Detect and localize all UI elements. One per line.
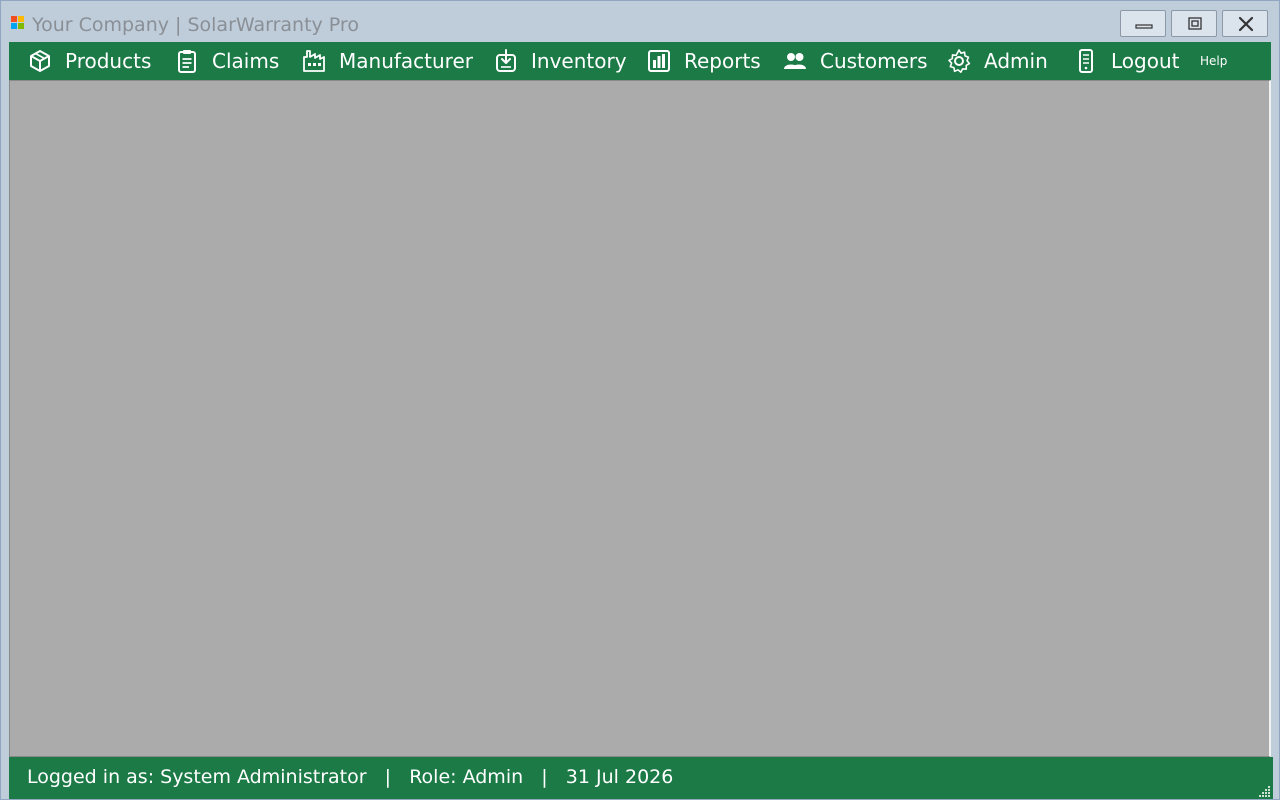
minimize-button[interactable]	[1120, 10, 1166, 37]
menu-item-label: Admin	[984, 49, 1048, 73]
users-icon	[784, 53, 806, 69]
title-bar[interactable]: Your Company | SolarWarranty Pro	[1, 1, 1279, 41]
window-title: Your Company | SolarWarranty Pro	[32, 14, 359, 36]
menu-item-help[interactable]: Help	[1200, 42, 1227, 80]
menu-item-customers[interactable]: Customers	[782, 42, 928, 80]
factory-icon	[303, 50, 325, 72]
menu-item-label: Reports	[684, 49, 761, 73]
main-menu-bar: Products Claims Manufacturer Inventory R…	[9, 42, 1271, 80]
status-role: Role: Admin	[409, 766, 524, 788]
clipboard-icon	[178, 50, 196, 73]
status-text: Logged in as: System Administrator | Rol…	[27, 766, 673, 788]
menu-item-inventory[interactable]: Inventory	[493, 42, 627, 80]
restore-icon	[1188, 17, 1202, 30]
phone-icon	[1079, 49, 1093, 73]
bar-chart-icon	[648, 50, 670, 72]
status-separator: |	[384, 766, 392, 788]
menu-item-label: Manufacturer	[339, 49, 473, 73]
menu-item-label: Claims	[212, 49, 280, 73]
close-button[interactable]	[1222, 10, 1268, 37]
menu-item-manufacturer[interactable]: Manufacturer	[301, 42, 473, 80]
menu-item-reports[interactable]: Reports	[646, 42, 761, 80]
menu-item-logout[interactable]: Logout	[1073, 42, 1179, 80]
status-separator: |	[541, 766, 548, 788]
resize-grip-icon[interactable]	[1259, 785, 1271, 797]
status-user: Logged in as: System Administrator	[27, 766, 367, 788]
maximize-button[interactable]	[1171, 10, 1217, 37]
menu-item-label: Inventory	[531, 49, 627, 73]
minimize-icon	[1135, 24, 1153, 29]
app-window: Your Company | SolarWarranty Pro Product…	[0, 0, 1280, 800]
menu-item-label: Logout	[1111, 49, 1180, 73]
menu-item-admin[interactable]: Admin	[946, 42, 1048, 80]
menu-item-label: Products	[65, 49, 152, 73]
mdi-workspace	[9, 80, 1271, 757]
inventory-icon	[496, 49, 516, 72]
status-date: 31 Jul 2026	[565, 766, 674, 788]
menu-item-products[interactable]: Products	[27, 42, 151, 80]
package-icon	[30, 50, 50, 72]
app-icon	[11, 16, 24, 29]
gear-icon	[948, 49, 971, 73]
menu-item-label: Customers	[820, 49, 928, 73]
status-bar: Logged in as: System Administrator | Rol…	[9, 757, 1273, 799]
menu-item-claims[interactable]: Claims	[174, 42, 279, 80]
close-icon	[1238, 16, 1254, 32]
